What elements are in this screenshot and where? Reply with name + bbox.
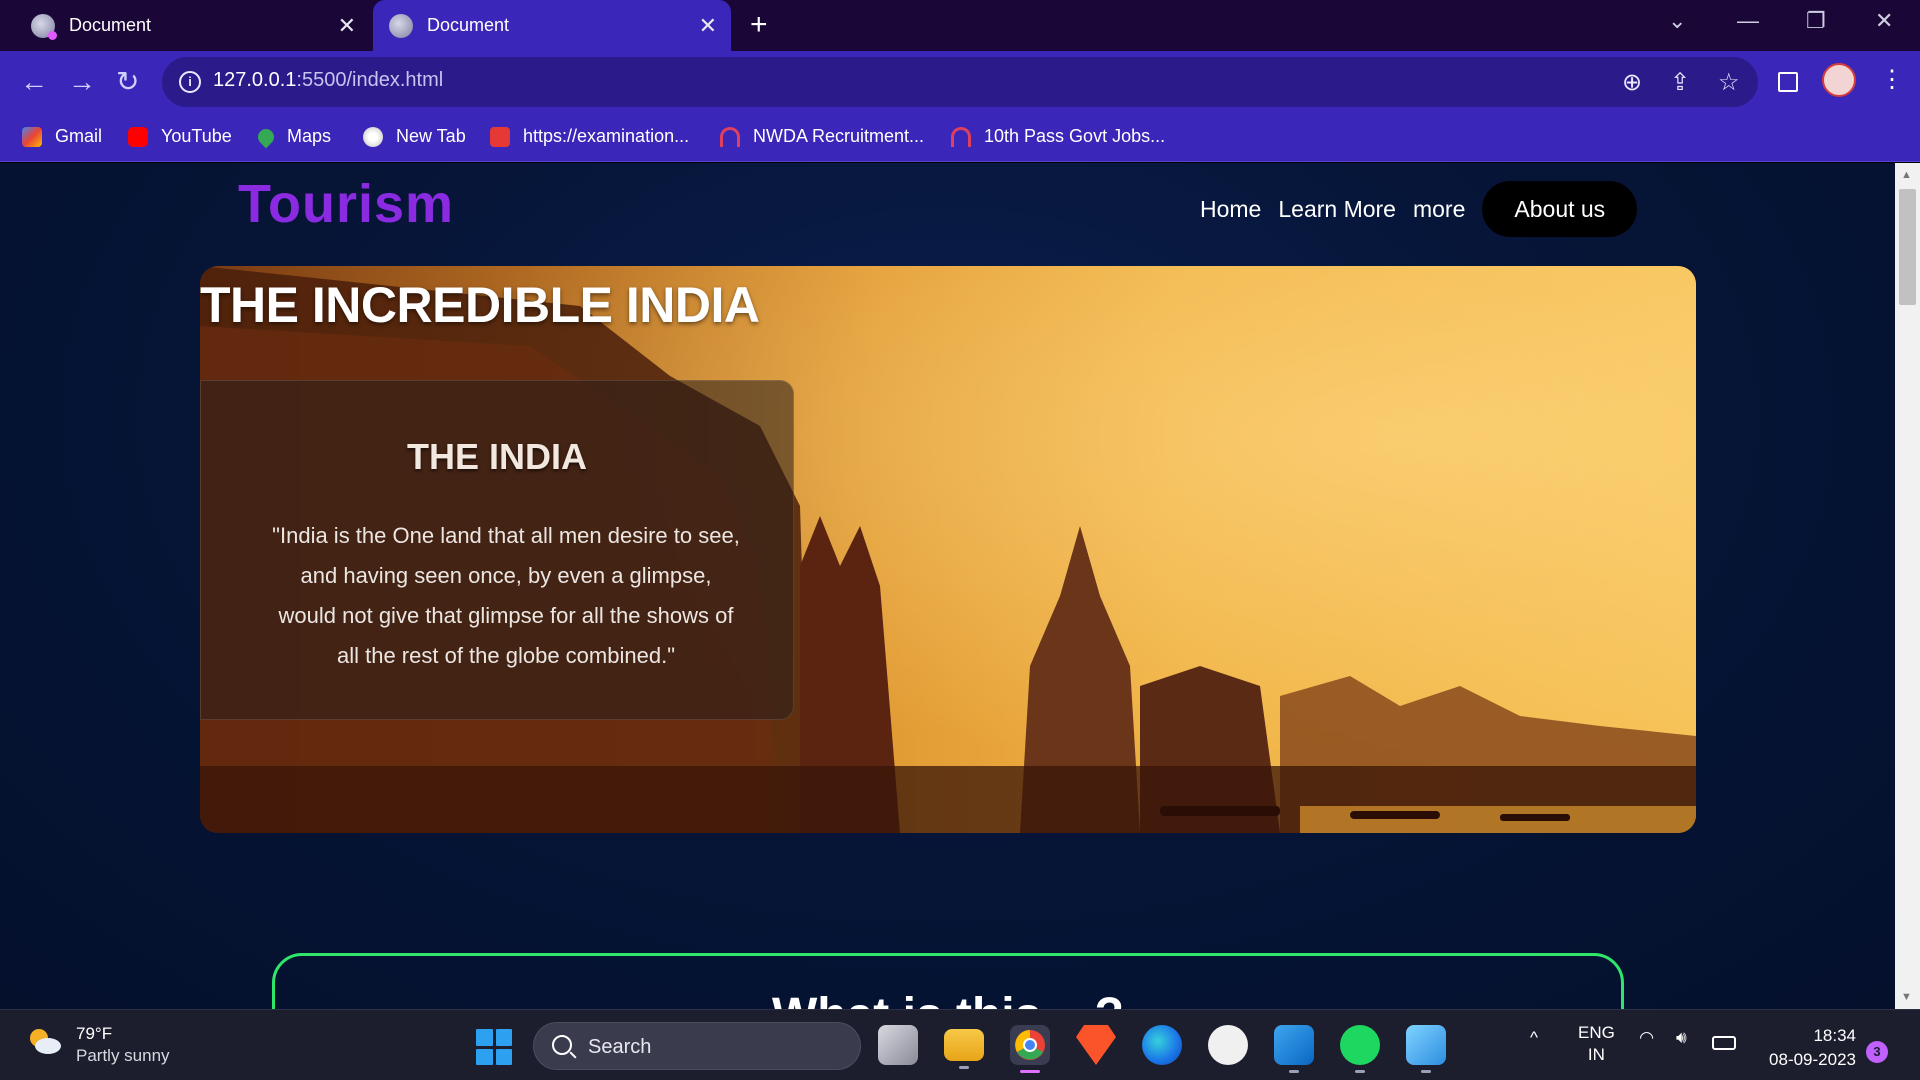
section-heading: What is this....?: [275, 988, 1621, 1009]
bookmark-star-icon[interactable]: ☆: [1718, 68, 1740, 97]
bookmark-nwda[interactable]: NWDA Recruitment...: [720, 126, 924, 147]
windows-start-button[interactable]: [476, 1029, 512, 1065]
govt-jobs-icon: [951, 126, 971, 147]
windows-taskbar: 79°F Partly sunny Search ^ ENG IN ◜◝ 🔊︎ …: [0, 1009, 1920, 1080]
info-section: What is this....?: [272, 953, 1624, 1009]
reload-button[interactable]: ↻: [116, 67, 139, 97]
tab-document-2[interactable]: Document ✕: [373, 0, 731, 51]
hero-quote-card: THE INDIA "India is the One land that al…: [200, 380, 794, 720]
browser-toolbar: ← → ↻ i 127.0.0.1:5500/index.html ⊕ ⇪ ☆ …: [0, 51, 1920, 115]
bookmark-label: NWDA Recruitment...: [753, 126, 925, 146]
bookmark-youtube[interactable]: YouTube: [128, 126, 232, 147]
bookmark-label: YouTube: [161, 126, 232, 146]
page-viewport: Tourism Home Learn More more About us TH…: [0, 163, 1895, 1009]
url-text[interactable]: 127.0.0.1:5500/index.html: [213, 69, 443, 92]
card-title: THE INDIA: [407, 436, 587, 477]
close-tab-icon[interactable]: ✕: [338, 14, 356, 37]
clock-time: 18:34: [1813, 1026, 1856, 1045]
lang-line1: ENG: [1578, 1023, 1615, 1042]
tab-title: Document: [427, 15, 510, 35]
bookmark-label: Maps: [287, 126, 332, 146]
weather-temp[interactable]: 79°F: [76, 1024, 112, 1044]
search-icon: [552, 1035, 572, 1055]
language-indicator[interactable]: ENG IN: [1578, 1022, 1615, 1066]
bookmark-label: Gmail: [55, 126, 103, 146]
zoom-icon[interactable]: ⊕: [1622, 68, 1642, 97]
github-icon[interactable]: [1208, 1025, 1248, 1065]
speaker-icon[interactable]: 🔊︎: [1676, 1028, 1687, 1048]
scroll-up-icon[interactable]: ▲: [1901, 169, 1912, 181]
nav-learn-more[interactable]: Learn More: [1278, 196, 1396, 223]
brave-icon[interactable]: [1076, 1025, 1116, 1065]
taskbar-search[interactable]: Search: [533, 1022, 861, 1070]
close-window-button[interactable]: ✕: [1875, 8, 1893, 34]
back-button[interactable]: ←: [20, 67, 48, 97]
minimize-button[interactable]: —: [1737, 8, 1759, 34]
task-view-icon[interactable]: [878, 1025, 918, 1065]
bookmark-label: New Tab: [396, 126, 466, 146]
bookmarks-bar: Gmail YouTube Maps New Tab https://exami…: [0, 115, 1920, 162]
hero-banner: THE INCREDIBLE INDIA THE INDIA "India is…: [200, 266, 1696, 833]
maps-icon: [254, 125, 278, 148]
battery-icon[interactable]: [1712, 1036, 1736, 1050]
site-nav: Home Learn More more About us: [1200, 181, 1638, 237]
hero-title: THE INCREDIBLE INDIA: [200, 277, 760, 333]
chrome-icon[interactable]: [1010, 1025, 1050, 1073]
card-quote: "India is the One land that all men desi…: [272, 523, 740, 668]
notification-badge[interactable]: 3: [1866, 1041, 1888, 1063]
file-explorer-icon[interactable]: [944, 1029, 984, 1069]
youtube-icon: [128, 126, 148, 147]
globe-icon: [31, 13, 57, 40]
show-hidden-icons-chevron[interactable]: ^: [1530, 1028, 1538, 1048]
vscode-icon[interactable]: [1274, 1025, 1314, 1073]
edge-icon[interactable]: [1142, 1025, 1182, 1065]
new-tab-button[interactable]: +: [750, 10, 768, 40]
scroll-down-icon[interactable]: ▼: [1901, 991, 1912, 1003]
photos-icon[interactable]: [1406, 1025, 1446, 1073]
bookmark-gmail[interactable]: Gmail: [22, 126, 102, 147]
nwda-icon: [720, 126, 740, 147]
site-logo[interactable]: Tourism: [238, 173, 454, 235]
bookmark-label: https://examination...: [523, 126, 690, 146]
bookmark-new-tab[interactable]: New Tab: [363, 126, 466, 147]
url-host: 127.0.0.1: [213, 69, 297, 91]
scrollbar-thumb[interactable]: [1899, 189, 1916, 305]
clock[interactable]: 18:34 08-09-2023: [1769, 1024, 1856, 1072]
profile-avatar[interactable]: [1822, 63, 1856, 97]
recording-dot-icon: [48, 30, 57, 40]
globe-icon: [363, 126, 383, 147]
bookmark-label: 10th Pass Govt Jobs...: [984, 126, 1166, 146]
tab-strip: Document ✕ Document ✕ + ⌄ — ❐ ✕: [0, 0, 1920, 51]
search-placeholder: Search: [588, 1036, 652, 1058]
partly-sunny-icon[interactable]: [26, 1026, 62, 1056]
bookmark-maps[interactable]: Maps: [254, 125, 332, 148]
restore-button[interactable]: ❐: [1806, 8, 1826, 34]
forward-button[interactable]: →: [68, 67, 96, 97]
tab-title: Document: [69, 15, 152, 35]
side-panel-icon[interactable]: [1778, 72, 1798, 92]
address-bar[interactable]: i 127.0.0.1:5500/index.html ⊕ ⇪ ☆: [162, 57, 1758, 107]
close-tab-icon[interactable]: ✕: [699, 14, 717, 37]
lang-line2: IN: [1587, 1045, 1605, 1064]
about-us-button[interactable]: About us: [1482, 181, 1638, 237]
spotify-icon[interactable]: [1340, 1025, 1380, 1073]
weather-desc[interactable]: Partly sunny: [76, 1046, 170, 1066]
exam-site-icon: [490, 126, 510, 147]
tab-search-icon[interactable]: ⌄: [1668, 8, 1686, 34]
share-icon[interactable]: ⇪: [1670, 68, 1690, 97]
bookmark-govt-jobs[interactable]: 10th Pass Govt Jobs...: [951, 126, 1165, 147]
page-scrollbar[interactable]: ▲ ▼: [1895, 163, 1920, 1009]
url-path: :5500/index.html: [296, 69, 444, 91]
clock-date: 08-09-2023: [1769, 1050, 1856, 1069]
wifi-icon[interactable]: ◜◝: [1640, 1028, 1653, 1048]
globe-icon: [389, 13, 413, 38]
menu-icon[interactable]: ⋮: [1880, 65, 1904, 94]
gmail-icon: [22, 126, 42, 147]
bookmark-examination[interactable]: https://examination...: [490, 126, 689, 147]
site-info-icon[interactable]: i: [179, 71, 201, 93]
nav-home[interactable]: Home: [1200, 196, 1261, 223]
nav-more[interactable]: more: [1413, 196, 1465, 223]
tab-document-1[interactable]: Document ✕: [0, 0, 370, 51]
